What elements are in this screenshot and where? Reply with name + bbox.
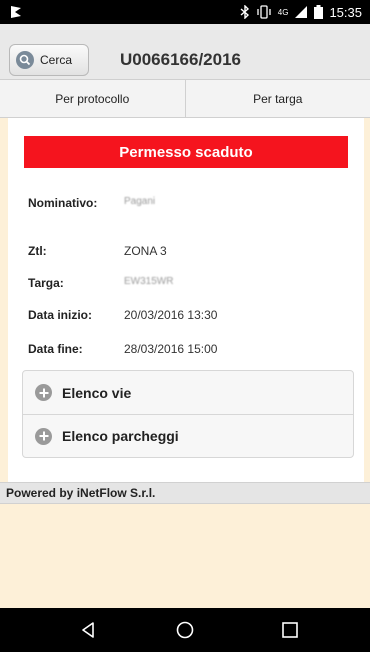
network-type-label: 4G [277,7,289,17]
vibrate-icon [257,5,271,19]
status-alert-banner: Permesso scaduto [24,136,348,168]
plus-icon [35,427,52,445]
data-fine-label: Data fine: [28,342,83,356]
tab-bar: Per protocollo Per targa [0,80,370,118]
status-time: 15:35 [329,4,362,20]
footer-credit: Powered by iNetFlow S.r.l. [0,482,370,504]
permit-details-panel: Permesso scaduto Nominativo: Pagani Ztl:… [8,118,364,482]
plus-icon [35,384,52,401]
ztl-value: ZONA 3 [124,244,167,258]
data-fine-value: 28/03/2016 15:00 [124,342,218,356]
search-icon [16,51,34,69]
bluetooth-icon [240,5,249,19]
home-icon[interactable] [173,618,197,642]
android-nav-bar [0,608,370,652]
elenco-vie-label: Elenco vie [62,384,132,401]
targa-value: EW315WR [124,276,174,287]
status-bar: 4G 15:35 [0,0,370,24]
search-button[interactable]: Cerca [9,44,89,76]
page-title: U0066166/2016 [120,50,242,69]
app-notification-icon [11,6,21,18]
tab-per-targa[interactable]: Per targa [184,80,370,117]
elenco-parcheggi-label: Elenco parcheggi [62,428,179,444]
nominativo-label: Nominativo: [28,196,98,210]
signal-icon [295,6,308,18]
recents-icon[interactable] [278,618,302,642]
elenco-parcheggi-toggle[interactable]: Elenco parcheggi [23,414,353,457]
app-header: Cerca U0066166/2016 [0,24,370,80]
elenco-vie-toggle[interactable]: Elenco vie [23,371,353,414]
nominativo-value: Pagani [124,196,156,207]
back-icon[interactable] [76,618,100,642]
tab-per-protocollo[interactable]: Per protocollo [0,80,185,117]
data-inizio-label: Data inizio: [28,308,93,322]
targa-label: Targa: [28,276,64,290]
phone-screen: 4G 15:35 Cerca U0066166/2016 Per protoco… [0,0,370,652]
ztl-label: Ztl: [28,244,47,258]
collapsible-set: Elenco vie Elenco parcheggi [22,370,354,458]
search-button-label: Cerca [40,53,73,67]
data-inizio-value: 20/03/2016 13:30 [124,308,218,322]
battery-icon [314,5,324,19]
